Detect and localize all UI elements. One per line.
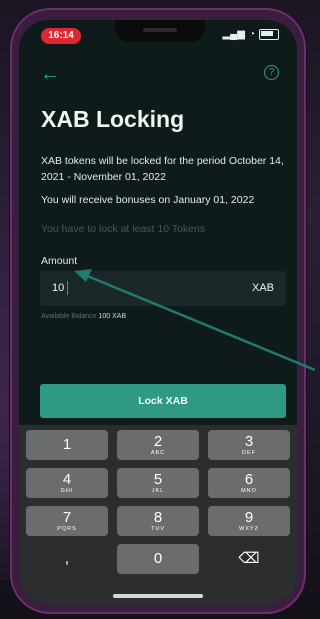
backspace-icon[interactable]: ⌫ bbox=[208, 544, 290, 574]
key-1[interactable]: 1 bbox=[26, 430, 108, 460]
key-6[interactable]: 6 MNO bbox=[208, 468, 290, 498]
battery-icon bbox=[259, 29, 279, 40]
key-2[interactable]: 2 ABC bbox=[117, 430, 199, 460]
app-screen: 16:14 ▂▄▆ ◔ ← ? XAB Locking XAB tokens w… bbox=[19, 20, 297, 605]
status-icons: ▂▄▆ ◔ bbox=[222, 29, 279, 40]
numeric-keypad: 1 2 ABC 3 DEF 4 GHI 5 JKL 6 MNO 7 PQRS 8 TUV 9W… bbox=[19, 425, 297, 605]
status-time: 16:14 bbox=[41, 28, 81, 44]
key-9[interactable]: 9 WXYZ bbox=[208, 506, 290, 536]
balance-value: 100 XAB bbox=[98, 313, 127, 320]
question-circle-icon[interactable]: ? bbox=[264, 65, 279, 80]
home-indicator bbox=[113, 594, 203, 598]
key-3[interactable]: 3 DEF bbox=[208, 430, 290, 460]
signal-icon: ▂▄▆ bbox=[222, 29, 245, 40]
minimum-lock-text: You have to lock at least 10 Tokens bbox=[41, 223, 206, 235]
bonus-date-text: You will receive bonuses on January 01, … bbox=[41, 194, 255, 206]
page-title: XAB Locking bbox=[41, 106, 185, 132]
amount-value: 10 bbox=[52, 282, 65, 294]
key-0[interactable]: 0 bbox=[117, 544, 199, 574]
notch bbox=[115, 20, 205, 42]
amount-label: Amount bbox=[41, 255, 78, 267]
key-7[interactable]: 7 PQRS bbox=[26, 506, 108, 536]
arrow-left-icon[interactable]: ← bbox=[40, 64, 60, 84]
key-5[interactable]: 5 JKL bbox=[117, 468, 199, 498]
key-8[interactable]: 8 TUV bbox=[117, 506, 199, 536]
text-caret bbox=[67, 281, 68, 295]
amount-unit: XAB bbox=[251, 282, 274, 294]
balance-label: Available Balance bbox=[41, 313, 97, 320]
amount-input[interactable]: 10 XAB bbox=[40, 271, 286, 306]
available-balance: Available Balance 100 XAB bbox=[41, 313, 126, 320]
key-comma[interactable]: , bbox=[26, 544, 108, 574]
wifi-icon: ◔ bbox=[248, 29, 255, 40]
speaker-grille bbox=[143, 28, 177, 32]
lock-xab-button[interactable]: Lock XAB bbox=[40, 384, 286, 418]
key-4[interactable]: 4 GHI bbox=[26, 468, 108, 498]
lock-period-text: XAB tokens will be locked for the period… bbox=[41, 155, 284, 183]
